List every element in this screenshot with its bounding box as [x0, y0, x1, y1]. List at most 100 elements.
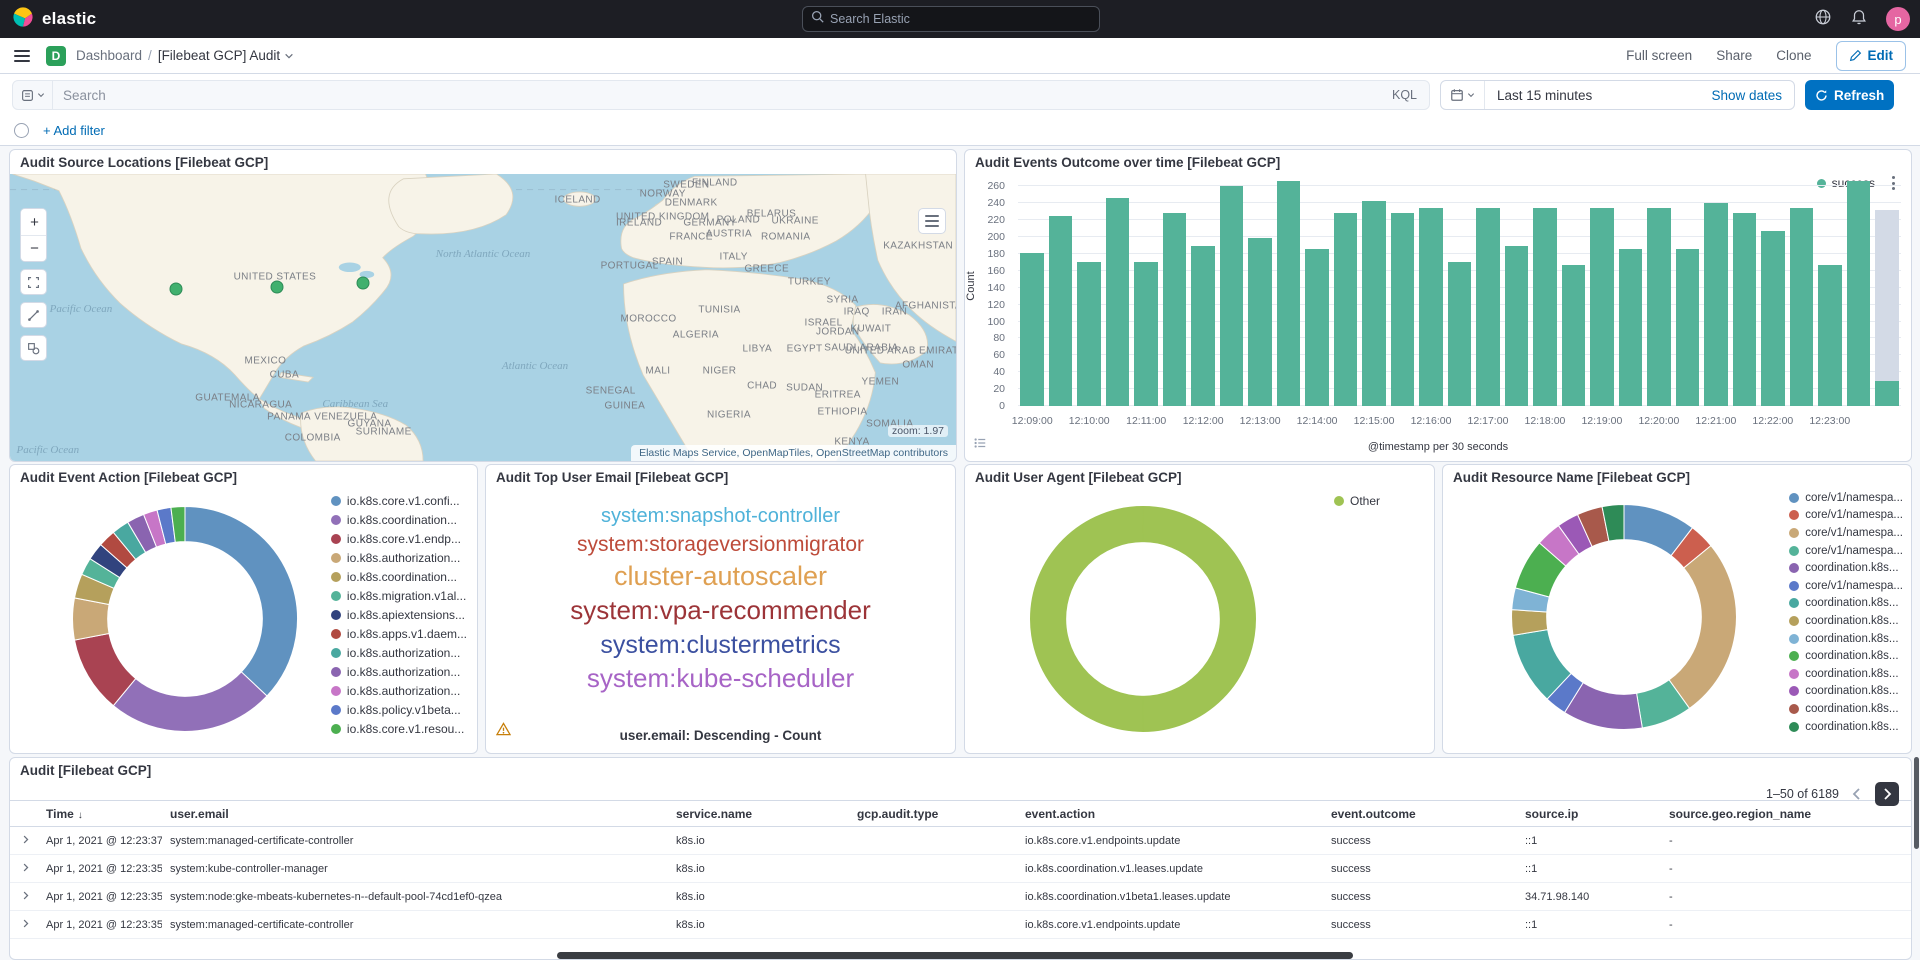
- tag-word[interactable]: cluster-autoscaler: [614, 561, 827, 591]
- clone-button[interactable]: Clone: [1776, 48, 1811, 63]
- show-dates-button[interactable]: Show dates: [1699, 88, 1794, 103]
- zoom-out-button[interactable]: −: [21, 235, 47, 261]
- bar[interactable]: [1220, 186, 1244, 406]
- legend-item[interactable]: coordination.k8s...: [1789, 647, 1903, 665]
- bar[interactable]: [1847, 181, 1871, 406]
- bar[interactable]: [1049, 216, 1073, 406]
- partial-bucket-bar[interactable]: [1875, 210, 1899, 406]
- bar[interactable]: [1134, 262, 1158, 406]
- legend-item[interactable]: io.k8s.apiextensions...: [331, 605, 467, 624]
- tag-word[interactable]: system:storageversionmigrator: [577, 533, 864, 557]
- donut-chart-resource-name[interactable]: [1506, 499, 1742, 735]
- measure-tool-button[interactable]: [20, 302, 47, 328]
- legend-item[interactable]: core/v1/namespa...: [1789, 489, 1903, 507]
- column-header[interactable]: event.outcome: [1323, 801, 1517, 827]
- legend-toggle-icon[interactable]: [973, 436, 987, 455]
- legend-item[interactable]: io.k8s.policy.v1beta...: [331, 700, 467, 719]
- calendar-menu-button[interactable]: [1441, 81, 1485, 109]
- column-header[interactable]: user.email: [162, 801, 668, 827]
- tag-word[interactable]: system:vpa-recommender: [570, 596, 871, 625]
- edit-button[interactable]: Edit: [1836, 41, 1907, 71]
- query-language-label[interactable]: KQL: [1380, 88, 1429, 102]
- pie-slice[interactable]: [1669, 546, 1736, 709]
- horizontal-scrollbar[interactable]: [557, 952, 1353, 959]
- breadcrumb-dashboard[interactable]: Dashboard: [76, 48, 142, 63]
- bar[interactable]: [1476, 208, 1500, 406]
- breadcrumb-current[interactable]: [Filebeat GCP] Audit: [158, 48, 294, 63]
- fit-bounds-button[interactable]: [20, 269, 47, 295]
- bar[interactable]: [1163, 213, 1187, 406]
- bar[interactable]: [1733, 213, 1757, 406]
- legend-item[interactable]: io.k8s.migration.v1al...: [331, 586, 467, 605]
- elastic-brand[interactable]: elastic: [12, 6, 96, 33]
- column-header[interactable]: event.action: [1017, 801, 1323, 827]
- legend-item[interactable]: io.k8s.core.v1.confi...: [331, 491, 467, 510]
- column-header[interactable]: Time↓: [38, 801, 162, 827]
- donut-chart-user-agent[interactable]: [1025, 501, 1261, 737]
- pie-slice[interactable]: [73, 598, 110, 640]
- map-layers-button[interactable]: [918, 208, 946, 234]
- pie-slice[interactable]: [1143, 507, 1255, 732]
- bar[interactable]: [1419, 208, 1443, 406]
- bar[interactable]: [1761, 231, 1785, 406]
- bar[interactable]: [1790, 208, 1814, 406]
- bar[interactable]: [1191, 246, 1215, 406]
- column-header[interactable]: source.ip: [1517, 801, 1661, 827]
- legend-item[interactable]: io.k8s.core.v1.endp...: [331, 529, 467, 548]
- global-search-input[interactable]: [830, 12, 1091, 26]
- bar[interactable]: [1505, 246, 1529, 406]
- map-data-point[interactable]: [356, 277, 369, 290]
- legend-item[interactable]: io.k8s.core.v1.resou...: [331, 719, 467, 738]
- bar[interactable]: [1362, 201, 1386, 406]
- vertical-scrollbar[interactable]: [1914, 757, 1919, 849]
- legend-item[interactable]: Other: [1334, 491, 1380, 510]
- legend-item[interactable]: coordination.k8s...: [1789, 665, 1903, 683]
- legend-item[interactable]: coordination.k8s...: [1789, 718, 1903, 736]
- legend-item[interactable]: core/v1/namespa...: [1789, 542, 1903, 560]
- menu-hamburger-icon[interactable]: [14, 50, 30, 62]
- bar[interactable]: [1676, 249, 1700, 406]
- dashboard-badge[interactable]: D: [46, 46, 66, 66]
- legend-item[interactable]: coordination.k8s...: [1789, 630, 1903, 648]
- map-attribution[interactable]: Elastic Maps Service, OpenMapTiles, Open…: [631, 445, 956, 461]
- legend-item[interactable]: io.k8s.authorization...: [331, 643, 467, 662]
- bar[interactable]: [1704, 203, 1728, 406]
- world-map[interactable]: UNITED STATESMEXICOCUBAGUATEMALANICARAGU…: [10, 174, 956, 461]
- legend-item[interactable]: coordination.k8s...: [1789, 683, 1903, 701]
- full-screen-button[interactable]: Full screen: [1626, 48, 1692, 63]
- expand-row-button[interactable]: [10, 855, 38, 883]
- bar[interactable]: [1305, 249, 1329, 406]
- expand-row-button[interactable]: [10, 883, 38, 911]
- map-data-point[interactable]: [170, 282, 183, 295]
- column-header[interactable]: service.name: [668, 801, 849, 827]
- warning-icon[interactable]: [496, 722, 511, 741]
- refresh-button[interactable]: Refresh: [1805, 80, 1894, 110]
- filter-options-icon[interactable]: [14, 123, 29, 138]
- bar[interactable]: [1248, 238, 1272, 406]
- pie-slice[interactable]: [1031, 507, 1143, 732]
- bar[interactable]: [1818, 265, 1842, 406]
- legend-item[interactable]: core/v1/namespa...: [1789, 524, 1903, 542]
- pie-slice[interactable]: [185, 507, 297, 696]
- cloud-icon[interactable]: [1814, 8, 1832, 31]
- legend-item[interactable]: coordination.k8s...: [1789, 595, 1903, 613]
- legend-item[interactable]: core/v1/namespa...: [1789, 577, 1903, 595]
- bar[interactable]: [1590, 208, 1614, 406]
- bar[interactable]: [1562, 265, 1586, 406]
- legend-item[interactable]: core/v1/namespa...: [1789, 507, 1903, 525]
- bar[interactable]: [1106, 198, 1130, 406]
- legend-item[interactable]: io.k8s.coordination...: [331, 510, 467, 529]
- legend-item[interactable]: coordination.k8s...: [1789, 612, 1903, 630]
- bar[interactable]: [1334, 213, 1358, 406]
- bar[interactable]: [1448, 262, 1472, 406]
- legend-item[interactable]: coordination.k8s...: [1789, 700, 1903, 718]
- donut-chart-event-action[interactable]: [67, 501, 303, 737]
- legend-item[interactable]: io.k8s.authorization...: [331, 681, 467, 700]
- bar[interactable]: [1647, 208, 1671, 406]
- user-avatar[interactable]: p: [1886, 7, 1910, 31]
- expand-row-button[interactable]: [10, 911, 38, 939]
- bar[interactable]: [1533, 208, 1557, 406]
- pie-slice[interactable]: [113, 672, 267, 732]
- legend-item[interactable]: coordination.k8s...: [1789, 559, 1903, 577]
- bar[interactable]: [1077, 262, 1101, 406]
